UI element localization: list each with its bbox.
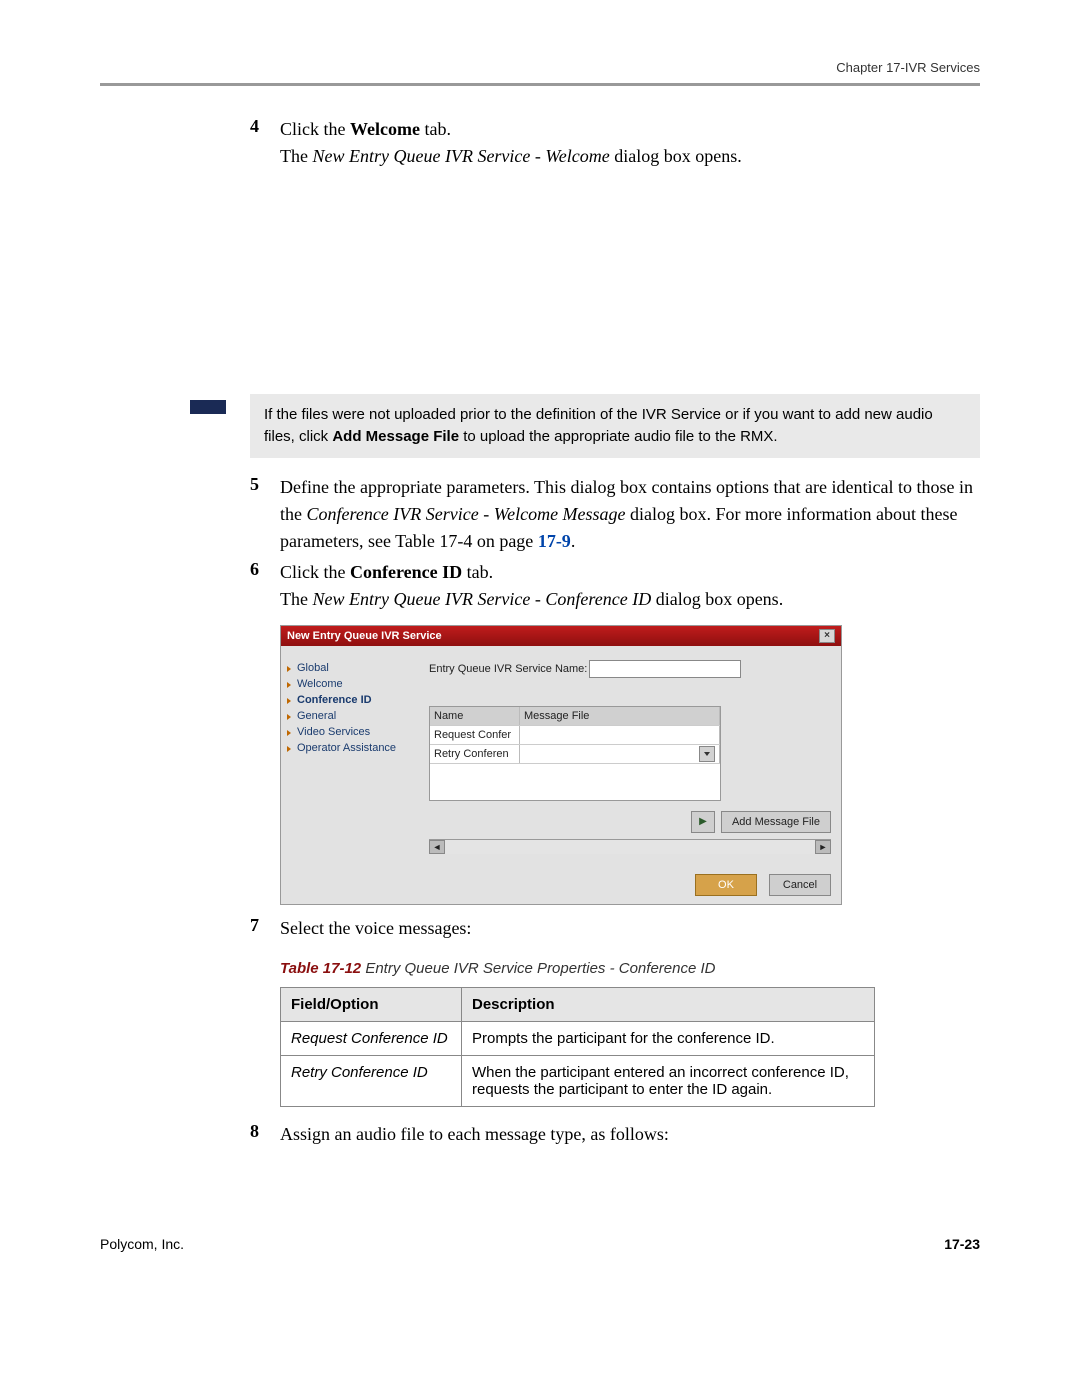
chevron-down-icon[interactable]: [699, 746, 715, 762]
field-name: Retry Conference ID: [281, 1055, 462, 1106]
table-row: Retry Conference ID When the participant…: [281, 1055, 875, 1106]
text: The: [280, 589, 312, 609]
bold-text: Add Message File: [332, 428, 459, 445]
row-msgfile: [520, 726, 720, 744]
messages-table: Name Message File Request Confer Retry C…: [429, 706, 721, 801]
field-desc: When the participant entered an incorrec…: [462, 1055, 875, 1106]
footer-company: Polycom, Inc.: [100, 1236, 184, 1252]
bold-text: Conference ID: [350, 562, 462, 582]
step-7: 7 Select the voice messages:: [250, 915, 980, 942]
table-header-name: Name: [430, 707, 520, 725]
text: tab.: [420, 119, 451, 139]
table-row[interactable]: Request Confer: [430, 725, 720, 744]
row-name: Retry Conferen: [430, 745, 520, 763]
header-rule: [100, 83, 980, 86]
ok-button[interactable]: OK: [695, 874, 757, 896]
step-8: 8 Assign an audio file to each message t…: [250, 1121, 980, 1148]
service-name-input[interactable]: [589, 660, 741, 678]
field-desc: Prompts the participant for the conferen…: [462, 1021, 875, 1055]
field-name: Request Conference ID: [281, 1021, 462, 1055]
row-name: Request Confer: [430, 726, 520, 744]
sidebar-item-global[interactable]: Global: [291, 660, 421, 676]
scroll-left-icon[interactable]: ◄: [429, 840, 445, 854]
step-number: 7: [250, 915, 280, 942]
table-caption: Table 17-12 Entry Queue IVR Service Prop…: [280, 960, 980, 977]
play-icon[interactable]: ▶: [691, 811, 715, 833]
text: The: [280, 146, 312, 166]
dialog-sidebar: Global Welcome Conference ID General Vid…: [291, 660, 421, 860]
table-row: Request Conference ID Prompts the partic…: [281, 1021, 875, 1055]
text: Click the: [280, 562, 350, 582]
step-number: 4: [250, 116, 280, 170]
italic-text: New Entry Queue IVR Service - Conference…: [312, 589, 651, 609]
table-header-description: Description: [462, 987, 875, 1021]
page-reference-link[interactable]: 17-9: [538, 531, 571, 551]
add-message-file-button[interactable]: Add Message File: [721, 811, 831, 833]
cancel-button[interactable]: Cancel: [769, 874, 831, 896]
step-body: Select the voice messages:: [280, 915, 980, 942]
step-body: Assign an audio file to each message typ…: [280, 1121, 980, 1148]
note-icon: [190, 400, 226, 414]
sidebar-item-video-services[interactable]: Video Services: [291, 724, 421, 740]
table-title: Entry Queue IVR Service Properties - Con…: [361, 960, 715, 977]
step-body: Click the Welcome tab. The New Entry Que…: [280, 116, 980, 170]
step-6: 6 Click the Conference ID tab. The New E…: [250, 559, 980, 613]
step-number: 8: [250, 1121, 280, 1148]
step-5: 5 Define the appropriate parameters. Thi…: [250, 474, 980, 555]
step-body: Click the Conference ID tab. The New Ent…: [280, 559, 980, 613]
step-number: 5: [250, 474, 280, 555]
sidebar-item-welcome[interactable]: Welcome: [291, 676, 421, 692]
sidebar-item-general[interactable]: General: [291, 708, 421, 724]
step-number: 6: [250, 559, 280, 613]
row-msgfile-dropdown[interactable]: [520, 745, 720, 763]
text: tab.: [462, 562, 493, 582]
table-row[interactable]: Retry Conferen: [430, 744, 720, 763]
dialog-titlebar: New Entry Queue IVR Service ×: [281, 626, 841, 646]
dialog-window: New Entry Queue IVR Service × Global Wel…: [280, 625, 842, 905]
text: dialog box opens.: [651, 589, 783, 609]
sidebar-item-operator-assistance[interactable]: Operator Assistance: [291, 740, 421, 756]
dialog-title-text: New Entry Queue IVR Service: [287, 630, 442, 642]
text: .: [571, 531, 576, 551]
bold-text: Welcome: [350, 119, 420, 139]
text: Click the: [280, 119, 350, 139]
service-name-label: Entry Queue IVR Service Name:: [429, 663, 589, 675]
text: dialog box opens.: [610, 146, 742, 166]
properties-table: Field/Option Description Request Confere…: [280, 987, 875, 1107]
text: to upload the appropriate audio file to …: [459, 428, 778, 445]
chapter-header: Chapter 17-IVR Services: [100, 60, 980, 75]
step-body: Define the appropriate parameters. This …: [280, 474, 980, 555]
dialog-screenshot: New Entry Queue IVR Service × Global Wel…: [280, 625, 980, 905]
table-header-message-file: Message File: [520, 707, 720, 725]
table-number: Table 17-12: [280, 960, 361, 977]
sidebar-item-conference-id[interactable]: Conference ID: [291, 692, 421, 708]
italic-text: New Entry Queue IVR Service - Welcome: [312, 146, 609, 166]
close-icon[interactable]: ×: [819, 629, 835, 643]
scroll-right-icon[interactable]: ►: [815, 840, 831, 854]
footer-page-number: 17-23: [944, 1236, 980, 1252]
step-4: 4 Click the Welcome tab. The New Entry Q…: [250, 116, 980, 170]
horizontal-scrollbar[interactable]: ◄ ►: [429, 839, 831, 854]
note-box: If the files were not uploaded prior to …: [250, 394, 980, 458]
table-header-field: Field/Option: [281, 987, 462, 1021]
italic-text: Conference IVR Service - Welcome Message: [307, 504, 626, 524]
note-row: If the files were not uploaded prior to …: [190, 394, 980, 458]
